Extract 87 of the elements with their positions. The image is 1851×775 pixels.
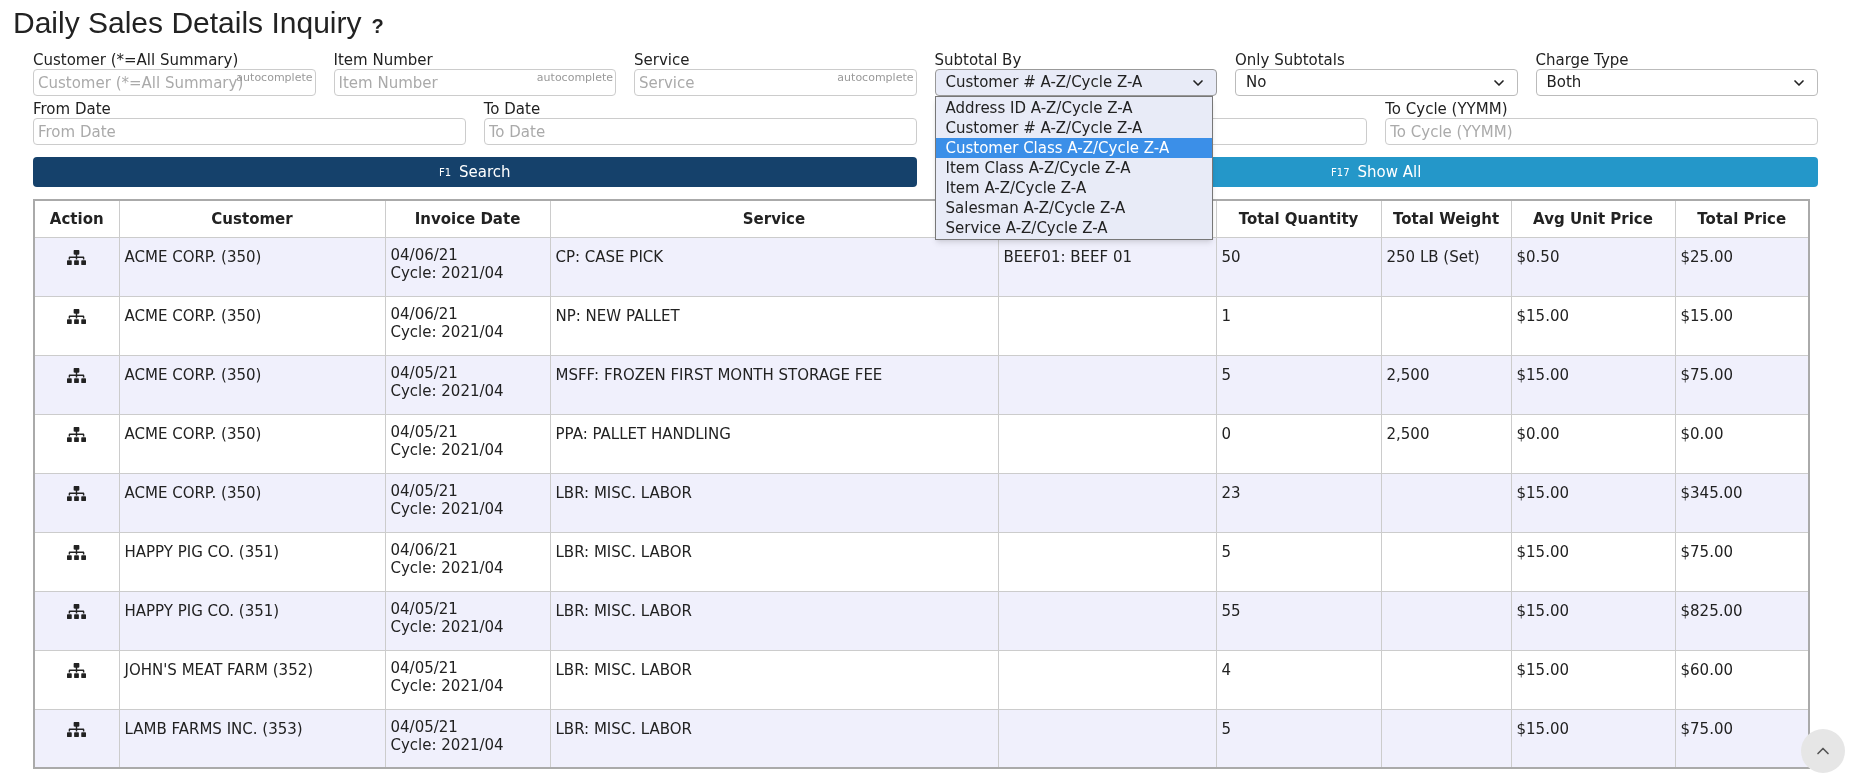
table-cell: PPA: PALLET HANDLING [555, 424, 731, 443]
column-header: Action [49, 209, 104, 228]
table-cell-text: 04/05/21 [390, 481, 459, 500]
table-cell: 5 [1221, 365, 1232, 384]
table-cell: $75.00 [1680, 365, 1733, 384]
table-cell: HAPPY PIG CO. (351) [124, 542, 280, 561]
table-cell: 5 [1221, 719, 1232, 738]
table-cell: ACME CORP. (350) [124, 483, 262, 502]
table-cell: $15.00 [1516, 719, 1569, 738]
column-header: Service [742, 209, 806, 228]
table-cell-text: 04/05/21 [390, 363, 459, 382]
table-cell: LAMB FARMS INC. (353) [124, 719, 303, 738]
table-cell: 0 [1221, 424, 1232, 443]
column-header: Avg Unit Price [1533, 209, 1653, 228]
table-cell: CP: CASE PICK [555, 247, 664, 266]
table-cell: $15.00 [1516, 601, 1569, 620]
column-header: Total Price [1697, 209, 1787, 228]
table-cell: HAPPY PIG CO. (351) [124, 601, 280, 620]
table-cell-text: 04/05/21 [390, 717, 459, 736]
table-cell: 55 [1221, 601, 1241, 620]
table-cell: $25.00 [1680, 247, 1733, 266]
table-cell-text: 04/06/21 [390, 540, 459, 559]
autocomplete-hint: autocomplete [536, 70, 613, 86]
field-label: Service [634, 51, 691, 69]
table-cell: JOHN'S MEAT FARM (352) [124, 660, 314, 679]
field-label: To Cycle (YYMM) [1385, 100, 1509, 118]
table-cell: MSFF: FROZEN FIRST MONTH STORAGE FEE [555, 365, 883, 384]
table-cell: 2,500 [1386, 424, 1430, 443]
table-cell-text: Cycle: 2021/04 [390, 440, 505, 459]
table-cell-text: 04/06/21 [390, 245, 459, 264]
table-cell: $15.00 [1516, 660, 1569, 679]
field-label: Item Number [333, 51, 434, 69]
table-cell: LBR: MISC. LABOR [555, 542, 693, 561]
table-cell-text: Cycle: 2021/04 [390, 263, 505, 282]
field-label: Customer (*=All Summary) [33, 51, 240, 69]
table-cell: $345.00 [1680, 483, 1743, 502]
table-cell: $825.00 [1680, 601, 1743, 620]
table-cell: 50 [1221, 247, 1241, 266]
page-title: Daily Sales Details Inquiry [13, 5, 362, 41]
table-cell-text: Cycle: 2021/04 [390, 617, 505, 636]
table-cell: ACME CORP. (350) [124, 247, 262, 266]
table-cell: $15.00 [1516, 306, 1569, 325]
table-cell: $15.00 [1516, 483, 1569, 502]
field-label: To Date [483, 100, 542, 118]
field-label: Charge Type [1535, 51, 1630, 69]
table-cell-text: 04/05/21 [390, 658, 459, 677]
table-cell: 2,500 [1386, 365, 1430, 384]
column-header: Invoice Date [414, 209, 521, 228]
column-header: Customer [211, 209, 293, 228]
table-cell-text: Cycle: 2021/04 [390, 558, 505, 577]
table-cell: $0.00 [1680, 424, 1724, 443]
table-cell: LBR: MISC. LABOR [555, 601, 693, 620]
column-header: Total Weight [1392, 209, 1500, 228]
table-cell: $15.00 [1516, 365, 1569, 384]
table-cell-text: 04/06/21 [390, 304, 459, 323]
table-cell-text: 04/05/21 [390, 422, 459, 441]
field-label: From Date [33, 100, 112, 118]
table-cell: $15.00 [1680, 306, 1733, 325]
table-cell: BEEF01: BEEF 01 [1003, 247, 1132, 266]
table-cell: ACME CORP. (350) [124, 306, 262, 325]
table-cell: LBR: MISC. LABOR [555, 719, 693, 738]
table-cell: 23 [1221, 483, 1241, 502]
table-cell: $75.00 [1680, 542, 1733, 561]
table-cell: $60.00 [1680, 660, 1733, 679]
table-cell-text: Cycle: 2021/04 [390, 735, 505, 754]
table-cell: $0.50 [1516, 247, 1560, 266]
table-cell: 5 [1221, 542, 1232, 561]
table-cell-text: Cycle: 2021/04 [390, 499, 505, 518]
table-cell: 250 LB (Set) [1386, 247, 1480, 266]
table-cell: LBR: MISC. LABOR [555, 660, 693, 679]
table-cell-text: 04/05/21 [390, 599, 459, 618]
table-cell: ACME CORP. (350) [124, 424, 262, 443]
column-header: Total Quantity [1238, 209, 1359, 228]
table-cell: LBR: MISC. LABOR [555, 483, 693, 502]
field-label: Only Subtotals [1235, 51, 1346, 69]
table-cell: NP: NEW PALLET [555, 306, 680, 325]
table-cell: $75.00 [1680, 719, 1733, 738]
table-cell: ACME CORP. (350) [124, 365, 262, 384]
table-cell: 1 [1221, 306, 1232, 325]
table-cell: $0.00 [1516, 424, 1560, 443]
autocomplete-hint: autocomplete [837, 70, 914, 86]
field-label: Subtotal By [934, 51, 1023, 69]
table-cell: 4 [1221, 660, 1232, 679]
table-cell-text: Cycle: 2021/04 [390, 381, 505, 400]
table-cell-text: Cycle: 2021/04 [390, 676, 505, 695]
table-cell-text: Cycle: 2021/04 [390, 322, 505, 341]
table-cell: $15.00 [1516, 542, 1569, 561]
